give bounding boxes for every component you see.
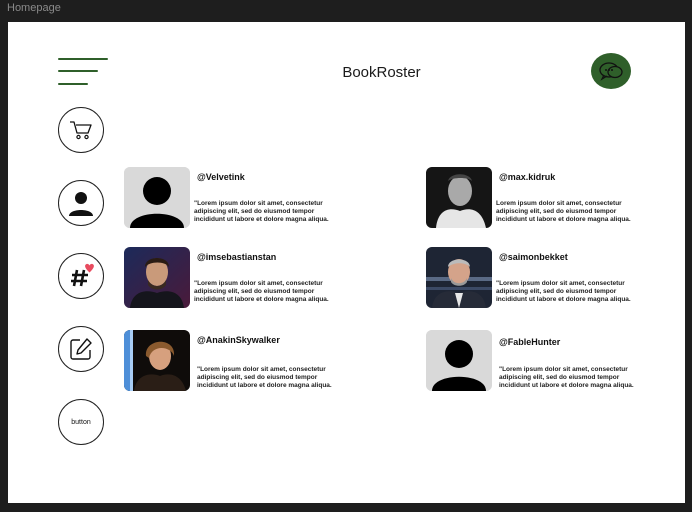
profile-photo: [124, 247, 190, 308]
profile-photo: [124, 330, 190, 391]
profile-description: Lorem ipsum dolor sit amet, consectetur …: [496, 200, 631, 223]
frame-label: Homepage: [7, 2, 61, 14]
profile-handle[interactable]: @AnakinSkywalker: [197, 335, 280, 345]
avatar: [124, 167, 190, 228]
profile-handle[interactable]: @imsebastianstan: [197, 252, 276, 262]
profile-card[interactable]: @imsebastianstan "Lorem ipsum dolor sit …: [124, 247, 344, 309]
app-title: BookRoster: [342, 64, 421, 81]
avatar: [124, 247, 190, 308]
profile-handle[interactable]: @saimonbekket: [499, 252, 568, 262]
profile-button[interactable]: [58, 180, 104, 226]
profile-description: "Lorem ipsum dolor sit amet, consectetur…: [197, 366, 332, 389]
profile-card[interactable]: @Velvetink "Lorem ipsum dolor sit amet, …: [124, 167, 344, 229]
edit-icon: [70, 338, 92, 360]
profile-handle[interactable]: @Velvetink: [197, 172, 245, 182]
avatar: [426, 330, 492, 391]
profile-card[interactable]: @max.kidruk Lorem ipsum dolor sit amet, …: [426, 167, 646, 229]
chat-bubbles-icon: [599, 62, 623, 81]
cart-button[interactable]: [58, 107, 104, 153]
profile-photo: [426, 247, 492, 308]
homepage-canvas: BookRoster button @Velvetink "Lorem ipsu…: [8, 22, 685, 503]
edit-button[interactable]: [58, 326, 104, 372]
profile-description: "Lorem ipsum dolor sit amet, consectetur…: [496, 280, 631, 303]
hamburger-menu-icon[interactable]: [58, 57, 110, 87]
profile-handle[interactable]: @FableHunter: [499, 337, 560, 347]
default-avatar-icon: [426, 330, 492, 391]
cart-icon: [70, 121, 92, 140]
hashtag-heart-icon: [71, 263, 94, 287]
avatar: [426, 167, 492, 228]
avatar: [426, 247, 492, 308]
profile-description: "Lorem ipsum dolor sit amet, consectetur…: [194, 200, 329, 223]
profile-description: "Lorem ipsum dolor sit amet, consectetur…: [499, 366, 634, 389]
profile-handle[interactable]: @max.kidruk: [499, 172, 555, 182]
profile-card[interactable]: @saimonbekket "Lorem ipsum dolor sit ame…: [426, 247, 646, 309]
profile-description: "Lorem ipsum dolor sit amet, consectetur…: [194, 280, 329, 303]
default-avatar-icon: [124, 167, 190, 228]
hashtag-button[interactable]: [58, 253, 104, 299]
profile-photo: [426, 167, 492, 228]
generic-button[interactable]: button: [58, 399, 104, 445]
avatar: [124, 330, 190, 391]
user-icon: [69, 192, 93, 216]
profile-card[interactable]: @AnakinSkywalker "Lorem ipsum dolor sit …: [124, 330, 344, 392]
profile-card[interactable]: @FableHunter "Lorem ipsum dolor sit amet…: [426, 330, 646, 392]
chat-button[interactable]: [591, 53, 631, 89]
generic-button-label: button: [71, 418, 91, 426]
